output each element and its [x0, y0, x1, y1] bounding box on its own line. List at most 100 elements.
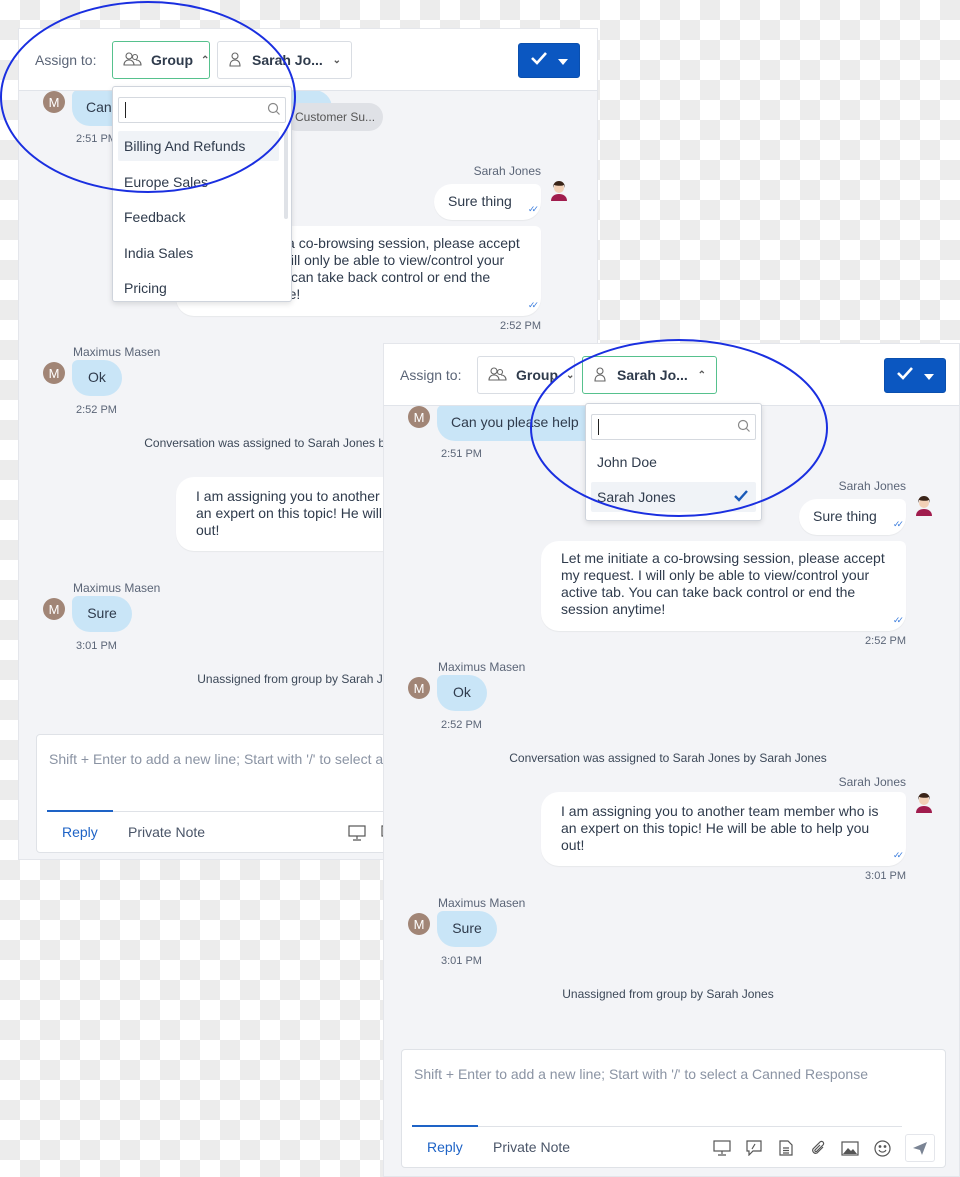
group-option[interactable]: India Sales: [118, 238, 279, 268]
timestamp: 2:52 PM: [865, 635, 906, 647]
group-option[interactable]: Feedback: [118, 202, 279, 232]
send-button[interactable]: [905, 1134, 935, 1162]
group-option[interactable]: Europe Sales: [118, 167, 279, 197]
group-option[interactable]: Pricing: [118, 273, 279, 303]
agent-search-input[interactable]: [591, 414, 756, 440]
group-select[interactable]: Group ⌃: [112, 41, 210, 79]
read-receipt-icon: ✓✓: [527, 300, 539, 310]
image-icon[interactable]: [841, 1139, 859, 1157]
active-tab-indicator: [47, 810, 113, 812]
message-text: Sure: [87, 605, 117, 621]
timestamp: 3:01 PM: [865, 870, 906, 882]
agent-select[interactable]: Sarah Jo... ⌃: [582, 356, 717, 394]
message-bubble: Ok: [437, 675, 487, 711]
group-option[interactable]: Billing And Refunds: [118, 131, 279, 161]
group-select[interactable]: Group ⌄: [477, 356, 575, 394]
emoji-icon[interactable]: [873, 1139, 891, 1157]
timestamp: 2:51 PM: [441, 448, 482, 460]
caret-down-icon: [558, 52, 568, 70]
sender-name: Sarah Jones: [473, 164, 541, 178]
group-icon: [123, 51, 143, 70]
person-icon: [593, 366, 609, 385]
message-bubble: Ok: [72, 360, 122, 396]
avatar: M: [408, 406, 430, 428]
timestamp: 2:52 PM: [441, 719, 482, 731]
message-bubble: Sure: [72, 596, 132, 632]
sender-name: Sarah Jones: [838, 479, 906, 493]
group-dropdown-menu: Billing And Refunds Europe Sales Feedbac…: [112, 86, 292, 302]
read-receipt-icon: ✓✓: [892, 519, 904, 529]
resolve-button[interactable]: [518, 43, 580, 78]
group-search-input[interactable]: [118, 97, 286, 123]
read-receipt-icon: ✓✓: [892, 615, 904, 625]
assign-header: Assign to: Group ⌄ Sarah Jo... ⌃: [384, 344, 959, 406]
agent-avatar: [914, 494, 934, 516]
timestamp: 3:01 PM: [441, 955, 482, 967]
assign-pill[interactable]: Customer Su...: [283, 103, 383, 131]
message-text: Can you please help: [451, 414, 579, 430]
avatar: M: [43, 91, 65, 113]
message-bubble: Sure thing ✓✓: [799, 499, 906, 535]
agent-option-label: Sarah Jones: [597, 489, 676, 505]
reply-input[interactable]: Shift + Enter to add a new line; Start w…: [414, 1066, 868, 1082]
tab-reply[interactable]: Reply: [62, 824, 98, 840]
agent-avatar: [914, 791, 934, 813]
article-icon[interactable]: [777, 1139, 795, 1157]
search-icon: [267, 102, 281, 121]
message-text: Ok: [88, 369, 106, 385]
search-icon: [737, 419, 751, 438]
avatar: M: [408, 913, 430, 935]
message-bubble: Sure thing ✓✓: [434, 184, 541, 220]
check-icon: [734, 489, 748, 505]
tab-private-note[interactable]: Private Note: [493, 1139, 570, 1155]
message-text: Ok: [453, 684, 471, 700]
tab-reply[interactable]: Reply: [427, 1139, 463, 1155]
agent-option-label: John Doe: [597, 454, 657, 470]
system-message: Conversation was assigned to Sarah Jones…: [509, 751, 827, 765]
tab-private-note[interactable]: Private Note: [128, 824, 205, 840]
chevron-up-icon: ⌃: [201, 54, 210, 66]
dropdown-scrollbar[interactable]: [284, 129, 288, 219]
message-text: Sure thing: [813, 508, 877, 524]
timestamp: 2:52 PM: [500, 320, 541, 332]
sender-name: Sarah Jones: [838, 775, 906, 789]
composer-toolbar: [713, 1134, 935, 1162]
timestamp: 3:01 PM: [76, 640, 117, 652]
read-receipt-icon: ✓✓: [892, 850, 904, 860]
agent-option-selected[interactable]: Sarah Jones: [591, 482, 756, 512]
screen-share-icon[interactable]: [348, 824, 366, 842]
message-bubble: Sure: [437, 911, 497, 947]
assign-label: Assign to:: [35, 52, 97, 68]
check-icon: [530, 51, 548, 70]
chevron-down-icon: ⌄: [566, 369, 575, 381]
sender-name: Maximus Masen: [438, 896, 526, 910]
agent-select-label: Sarah Jo...: [617, 367, 688, 383]
avatar: M: [43, 362, 65, 384]
canned-response-icon[interactable]: [745, 1139, 763, 1157]
group-select-label: Group: [516, 367, 558, 383]
assign-label: Assign to:: [400, 367, 462, 383]
assign-header: Assign to: Group ⌃ Sarah Jo... ⌄: [19, 29, 597, 91]
agent-select-label: Sarah Jo...: [252, 52, 323, 68]
avatar: M: [408, 677, 430, 699]
message-text: I am assigning you to another team membe…: [561, 803, 879, 853]
agent-dropdown-menu: John Doe Sarah Jones: [585, 403, 762, 521]
divider: [412, 1126, 902, 1127]
chevron-down-icon: ⌄: [332, 54, 341, 66]
sender-name: Maximus Masen: [438, 660, 526, 674]
agent-avatar: [549, 179, 569, 201]
reply-composer: Shift + Enter to add a new line; Start w…: [401, 1049, 946, 1168]
message-bubble: Let me initiate a co-browsing session, p…: [541, 541, 906, 631]
read-receipt-icon: ✓✓: [527, 204, 539, 214]
check-icon: [896, 366, 914, 385]
agent-option[interactable]: John Doe: [591, 447, 756, 477]
message-text: Sure: [452, 920, 482, 936]
resolve-button[interactable]: [884, 358, 946, 393]
screen-share-icon[interactable]: [713, 1139, 731, 1157]
message-bubble: I am assigning you to another team membe…: [541, 792, 906, 866]
caret-down-icon: [924, 367, 934, 385]
attachment-icon[interactable]: [809, 1139, 827, 1157]
agent-select[interactable]: Sarah Jo... ⌄: [217, 41, 352, 79]
system-message: Unassigned from group by Sarah Jones: [562, 987, 774, 1001]
timestamp: 2:51 PM: [76, 133, 117, 145]
